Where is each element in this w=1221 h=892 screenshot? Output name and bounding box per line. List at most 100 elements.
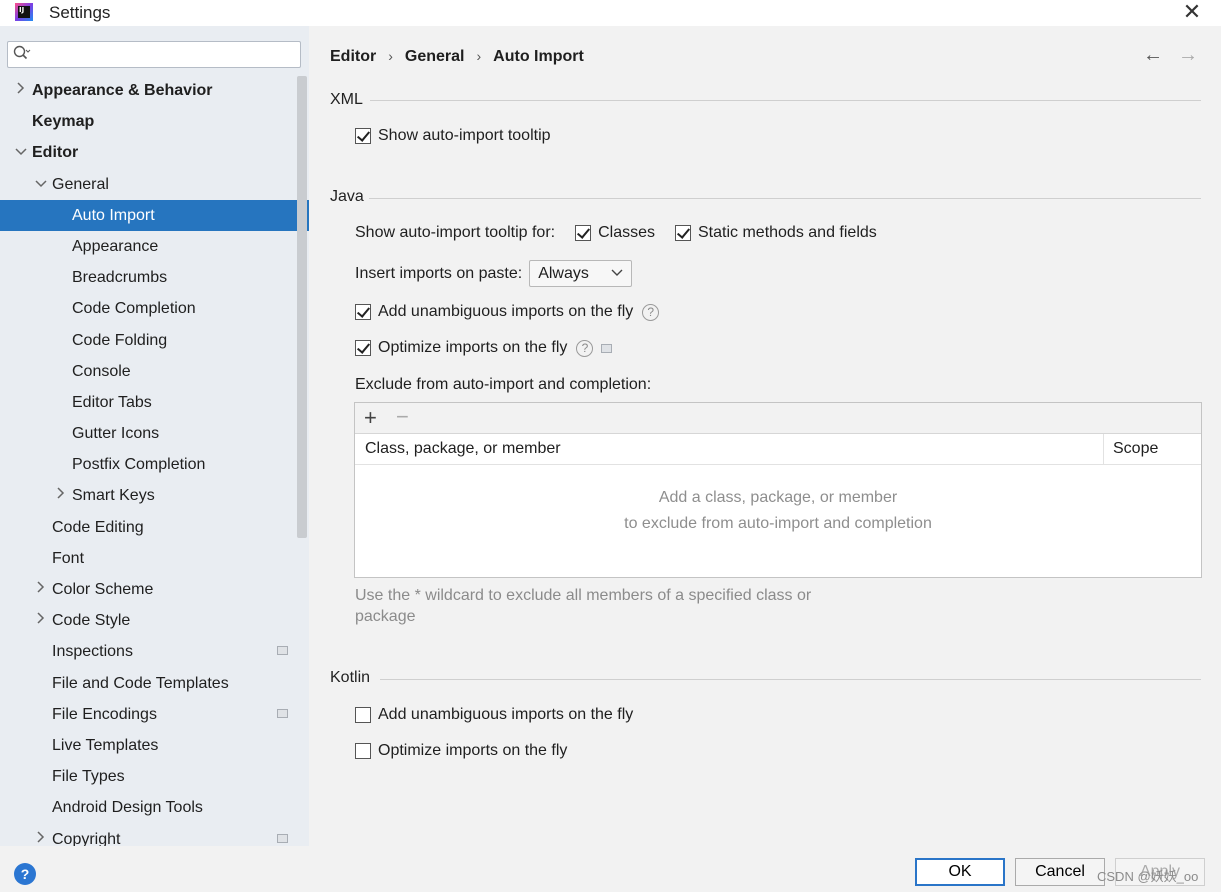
sidebar-item-label: Code Completion <box>72 300 196 318</box>
java-classes-label[interactable]: Classes <box>598 224 655 242</box>
xml-show-tooltip-checkbox[interactable] <box>355 128 371 144</box>
app-icon-text: IJ <box>18 6 30 18</box>
chevron-down-icon[interactable] <box>34 169 48 200</box>
kotlin-add-unambiguous-checkbox[interactable] <box>355 707 371 723</box>
sidebar-item-label: Code Editing <box>52 518 144 536</box>
empty-text-line-2: to exclude from auto-import and completi… <box>624 515 932 532</box>
project-settings-icon <box>277 708 288 718</box>
watermark: CSDN @妖妖_oo <box>1097 869 1199 884</box>
sidebar-item-editor[interactable]: Editor <box>0 137 309 168</box>
sidebar-scrollbar[interactable] <box>297 76 307 538</box>
help-icon[interactable]: ? <box>576 339 594 357</box>
close-icon[interactable]: ✕ <box>1178 0 1206 26</box>
cancel-button[interactable]: Cancel <box>1015 858 1105 886</box>
project-settings-icon <box>601 343 613 353</box>
sidebar-item-live-templates[interactable]: Live Templates <box>0 730 309 761</box>
sidebar-item-label: Postfix Completion <box>72 456 206 474</box>
sidebar-item-label: Smart Keys <box>72 487 155 505</box>
sidebar-item-appearance[interactable]: Appearance <box>0 231 309 262</box>
sidebar-item-code-editing[interactable]: Code Editing <box>0 512 309 543</box>
remove-icon[interactable]: − <box>396 404 409 430</box>
title-bar: IJ Settings ✕ <box>0 0 1221 26</box>
kotlin-optimize-checkbox[interactable] <box>355 743 371 759</box>
sidebar-item-inspections[interactable]: Inspections <box>0 636 309 667</box>
java-static-members-label[interactable]: Static methods and fields <box>698 224 877 242</box>
sidebar-item-android-design-tools[interactable]: Android Design Tools <box>0 792 309 823</box>
xml-show-tooltip-row[interactable]: Show auto-import tooltip <box>355 127 551 145</box>
kotlin-add-unambiguous-label: Add unambiguous imports on the fly <box>378 706 634 723</box>
sidebar-item-smart-keys[interactable]: Smart Keys <box>0 480 309 511</box>
sidebar-item-label: Editor <box>32 144 79 162</box>
kotlin-section-title: Kotlin <box>330 669 371 686</box>
sidebar-item-editor-tabs[interactable]: Editor Tabs <box>0 387 309 418</box>
breadcrumb: Editor › General › Auto Import <box>330 48 584 66</box>
sidebar-item-label: File Types <box>52 768 125 786</box>
sidebar-item-gutter-icons[interactable]: Gutter Icons <box>0 418 309 449</box>
sidebar-item-code-completion[interactable]: Code Completion <box>0 293 309 324</box>
sidebar-item-font[interactable]: Font <box>0 543 309 574</box>
sidebar-item-label: Code Style <box>52 612 131 630</box>
java-add-unambiguous-checkbox[interactable] <box>355 304 371 320</box>
java-optimize-label: Optimize imports on the fly <box>378 339 568 356</box>
breadcrumb-editor[interactable]: Editor <box>330 48 376 65</box>
help-icon[interactable]: ? <box>642 303 660 321</box>
dialog-footer: ? OK Cancel Apply CSDN @妖妖_oo <box>0 846 1221 892</box>
sidebar-item-code-folding[interactable]: Code Folding <box>0 325 309 356</box>
ok-button[interactable]: OK <box>915 858 1005 886</box>
breadcrumb-separator: › <box>388 48 393 64</box>
sidebar-item-appearance-behavior[interactable]: Appearance & Behavior <box>0 75 309 106</box>
java-tooltip-for-label: Show auto-import tooltip for: <box>355 224 556 241</box>
kotlin-add-unambiguous-row[interactable]: Add unambiguous imports on the fly <box>355 706 633 724</box>
java-add-unambiguous-row[interactable]: Add unambiguous imports on the fly ? <box>355 303 660 321</box>
chevron-right-icon[interactable] <box>54 480 68 511</box>
sidebar-item-label: Auto Import <box>72 206 155 224</box>
sidebar-item-file-encodings[interactable]: File Encodings <box>0 699 309 730</box>
settings-search-box[interactable] <box>7 41 301 68</box>
java-section-divider <box>369 198 1201 199</box>
java-insert-on-paste-label: Insert imports on paste: <box>355 264 523 282</box>
exclude-table-empty-text: Add a class, package, or member to exclu… <box>355 485 1201 537</box>
java-classes-checkbox[interactable] <box>575 225 592 241</box>
kotlin-optimize-row[interactable]: Optimize imports on the fly <box>355 742 567 760</box>
column-divider[interactable] <box>1103 434 1104 465</box>
settings-content: Editor › General › Auto Import ← → XML Show … <box>309 26 1221 846</box>
sidebar-item-code-style[interactable]: Code Style <box>0 605 309 636</box>
sidebar-item-file-and-code-templates[interactable]: File and Code Templates <box>0 668 309 699</box>
help-icon[interactable]: ? <box>14 863 36 885</box>
sidebar-item-breadcrumbs[interactable]: Breadcrumbs <box>0 262 309 293</box>
chevron-right-icon[interactable] <box>34 605 48 636</box>
exclude-table-header: Class, package, or member Scope <box>355 434 1201 465</box>
java-static-members-checkbox[interactable] <box>675 225 691 241</box>
add-icon[interactable]: + <box>364 405 377 431</box>
sidebar-item-file-types[interactable]: File Types <box>0 761 309 792</box>
sidebar-item-label: Appearance & Behavior <box>32 82 213 99</box>
chevron-right-icon[interactable] <box>34 824 48 847</box>
java-section-title: Java <box>330 188 364 205</box>
sidebar-item-auto-import[interactable]: Auto Import <box>0 199 309 231</box>
sidebar-item-console[interactable]: Console <box>0 356 309 387</box>
exclude-table-toolbar: + − <box>355 403 1201 434</box>
insert-on-paste-dropdown[interactable]: Always <box>529 260 633 287</box>
chevron-right-icon[interactable] <box>14 75 28 106</box>
java-optimize-row[interactable]: Optimize imports on the fly ? <box>355 339 613 357</box>
sidebar-item-postfix-completion[interactable]: Postfix Completion <box>0 449 309 480</box>
column-header-scope[interactable]: Scope <box>1113 440 1158 458</box>
back-arrow-icon[interactable]: ← <box>1143 44 1163 67</box>
forward-arrow-icon[interactable]: → <box>1178 44 1198 67</box>
xml-section-divider <box>370 100 1201 101</box>
chevron-right-icon[interactable] <box>34 574 48 605</box>
sidebar-item-label: Editor Tabs <box>72 393 152 411</box>
chevron-down-icon[interactable] <box>14 137 28 168</box>
kotlin-section-divider <box>380 679 1201 680</box>
java-optimize-checkbox[interactable] <box>355 340 371 356</box>
java-insert-on-paste-row: Insert imports on paste: Always <box>355 260 633 287</box>
search-icon[interactable] <box>13 45 31 64</box>
breadcrumb-general[interactable]: General <box>405 48 465 65</box>
sidebar-item-copyright[interactable]: Copyright <box>0 824 309 847</box>
sidebar-item-color-scheme[interactable]: Color Scheme <box>0 574 309 605</box>
sidebar-item-keymap[interactable]: Keymap <box>0 106 309 137</box>
search-input[interactable] <box>38 44 293 64</box>
column-header-member[interactable]: Class, package, or member <box>365 440 561 458</box>
sidebar-item-label: Code Folding <box>72 331 168 349</box>
sidebar-item-general[interactable]: General <box>0 169 309 200</box>
